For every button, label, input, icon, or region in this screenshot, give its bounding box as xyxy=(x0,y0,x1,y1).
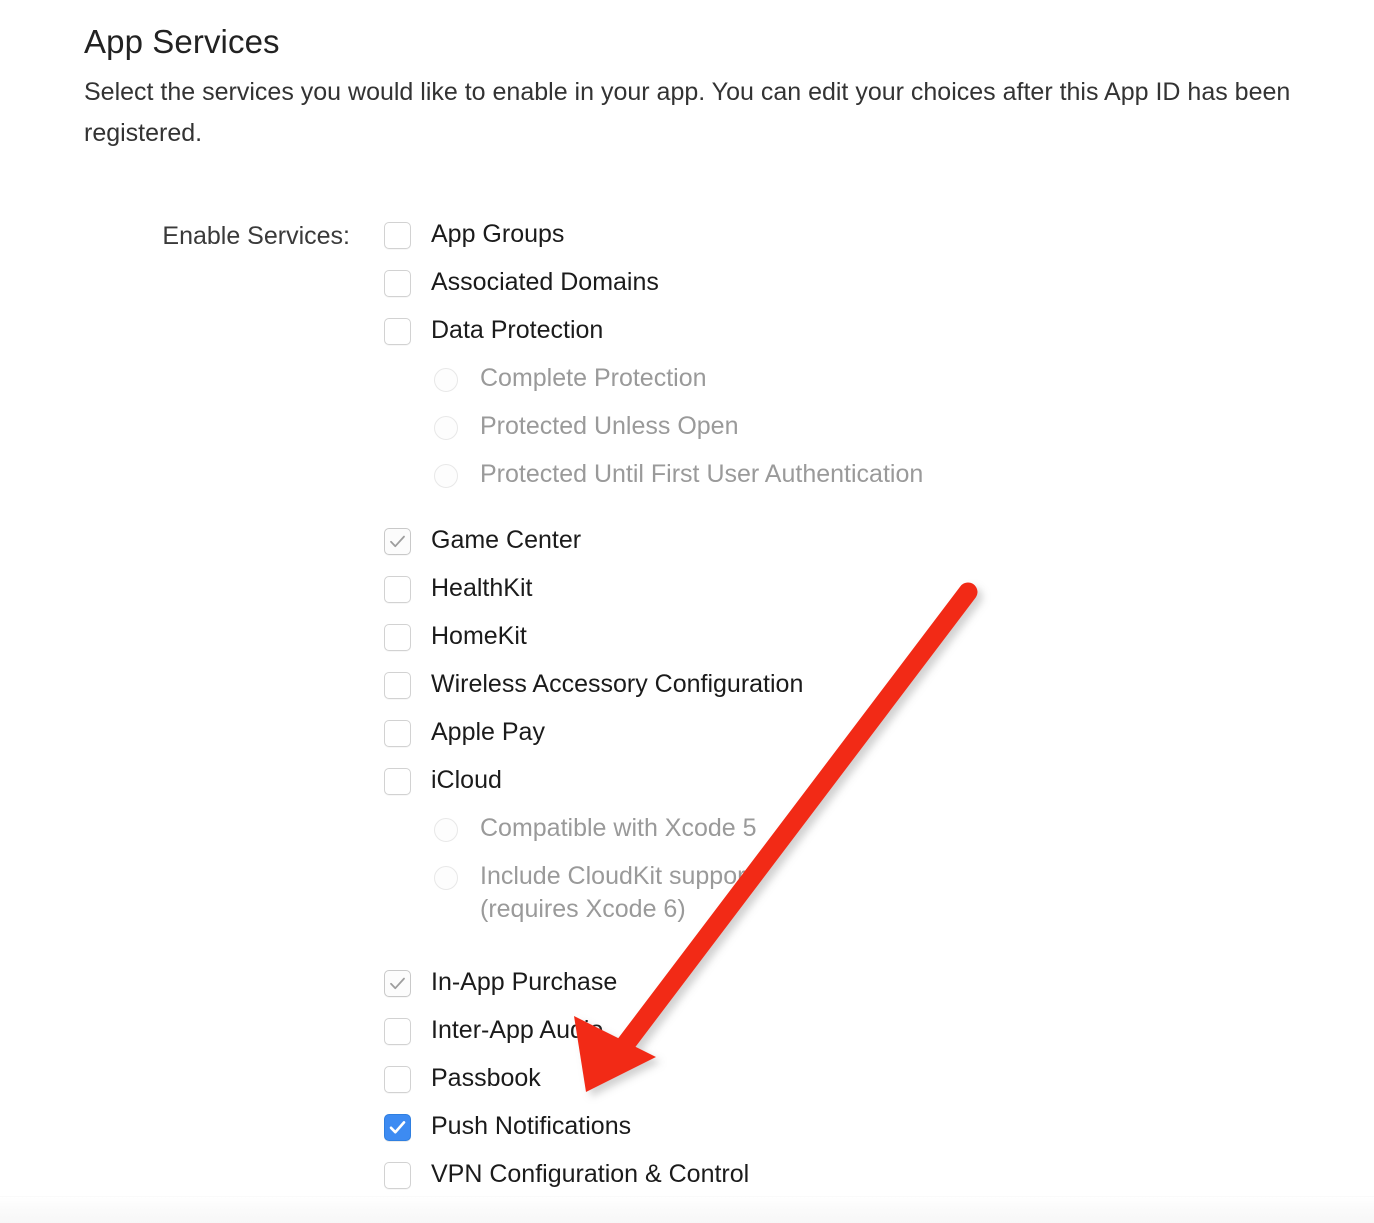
subopt-row-protected-until-first-user-authentication[interactable]: Protected Until First User Authenticatio… xyxy=(434,458,1344,506)
group-divider-spacer-1 xyxy=(384,506,1344,524)
subopt-label-protected-until-first-user-authentication: Protected Until First User Authenticatio… xyxy=(480,460,924,488)
page-description: Select the services you would like to en… xyxy=(84,78,1291,148)
checkbox-app-groups[interactable] xyxy=(384,222,411,249)
subopt-label-compatible-with-xcode-5: Compatible with Xcode 5 xyxy=(480,814,757,842)
service-row-healthkit[interactable]: HealthKit xyxy=(384,572,1344,620)
service-label-associated-domains: Associated Domains xyxy=(431,268,659,296)
subopt-label-protected-unless-open: Protected Unless Open xyxy=(480,412,739,440)
bottom-divider-band xyxy=(0,1196,1374,1223)
checkbox-data-protection[interactable] xyxy=(384,318,411,345)
service-label-passbook: Passbook xyxy=(431,1064,541,1092)
app-services-page: App Services Select the services you wou… xyxy=(0,0,1374,1223)
service-row-in-app-purchase[interactable]: In-App Purchase xyxy=(384,966,1344,1014)
radio-protected-unless-open[interactable] xyxy=(434,416,458,440)
checkbox-associated-domains[interactable] xyxy=(384,270,411,297)
service-row-homekit[interactable]: HomeKit xyxy=(384,620,1344,668)
checkbox-inter-app-audio[interactable] xyxy=(384,1018,411,1045)
service-row-wireless-accessory-configuration[interactable]: Wireless Accessory Configuration xyxy=(384,668,1344,716)
page-header: App Services Select the services you wou… xyxy=(84,23,1314,154)
checkbox-in-app-purchase[interactable] xyxy=(384,970,411,997)
service-row-apple-pay[interactable]: Apple Pay xyxy=(384,716,1344,764)
checkbox-push-notifications[interactable] xyxy=(384,1114,411,1141)
checkbox-homekit[interactable] xyxy=(384,624,411,651)
checkbox-vpn-configuration-control[interactable] xyxy=(384,1162,411,1189)
service-label-icloud: iCloud xyxy=(431,766,502,794)
subopt-row-protected-unless-open[interactable]: Protected Unless Open xyxy=(434,410,1344,458)
service-label-game-center: Game Center xyxy=(431,526,582,554)
subopt-row-include-cloudkit-support[interactable]: Include CloudKit support (requires Xcode… xyxy=(434,860,1344,948)
subopt-label-include-cloudkit-support: Include CloudKit support (requires Xcode… xyxy=(480,860,752,926)
service-row-app-groups[interactable]: App Groups xyxy=(384,218,1344,266)
checkbox-passbook[interactable] xyxy=(384,1066,411,1093)
service-row-inter-app-audio[interactable]: Inter-App Audio xyxy=(384,1014,1344,1062)
service-row-passbook[interactable]: Passbook xyxy=(384,1062,1344,1110)
service-label-inter-app-audio: Inter-App Audio xyxy=(431,1016,604,1044)
checkbox-game-center[interactable] xyxy=(384,528,411,555)
service-label-push-notifications: Push Notifications xyxy=(431,1112,632,1140)
services-checkbox-list: App Groups Associated Domains Data Prote… xyxy=(384,218,1344,1206)
service-label-apple-pay: Apple Pay xyxy=(431,718,545,746)
subopt-label-complete-protection: Complete Protection xyxy=(480,364,707,392)
radio-compatible-with-xcode-5[interactable] xyxy=(434,818,458,842)
group-divider-spacer-2 xyxy=(384,948,1344,966)
service-label-app-groups: App Groups xyxy=(431,220,565,248)
radio-include-cloudkit-support[interactable] xyxy=(434,866,458,890)
service-label-in-app-purchase: In-App Purchase xyxy=(431,968,618,996)
enable-services-label: Enable Services: xyxy=(162,222,350,250)
checkbox-wireless-accessory-configuration[interactable] xyxy=(384,672,411,699)
radio-protected-until-first-user-authentication[interactable] xyxy=(434,464,458,488)
service-row-game-center[interactable]: Game Center xyxy=(384,524,1344,572)
service-row-associated-domains[interactable]: Associated Domains xyxy=(384,266,1344,314)
subopt-row-complete-protection[interactable]: Complete Protection xyxy=(434,362,1344,410)
checkbox-healthkit[interactable] xyxy=(384,576,411,603)
service-row-push-notifications[interactable]: Push Notifications xyxy=(384,1110,1344,1158)
radio-complete-protection[interactable] xyxy=(434,368,458,392)
subopt-label-include-cloudkit-support-line2: (requires Xcode 6) xyxy=(480,895,686,923)
service-row-icloud[interactable]: iCloud xyxy=(384,764,1344,812)
service-label-wireless-accessory-configuration: Wireless Accessory Configuration xyxy=(431,670,804,698)
page-title: App Services xyxy=(84,23,280,60)
checkbox-apple-pay[interactable] xyxy=(384,720,411,747)
subopt-row-compatible-with-xcode-5[interactable]: Compatible with Xcode 5 xyxy=(434,812,1344,860)
subopt-label-include-cloudkit-support-line1: Include CloudKit support xyxy=(480,862,753,890)
service-label-data-protection: Data Protection xyxy=(431,316,604,344)
service-label-vpn-configuration-control: VPN Configuration & Control xyxy=(431,1160,750,1188)
service-label-homekit: HomeKit xyxy=(431,622,527,650)
service-row-data-protection[interactable]: Data Protection xyxy=(384,314,1344,362)
service-label-healthkit: HealthKit xyxy=(431,574,533,602)
checkbox-icloud[interactable] xyxy=(384,768,411,795)
